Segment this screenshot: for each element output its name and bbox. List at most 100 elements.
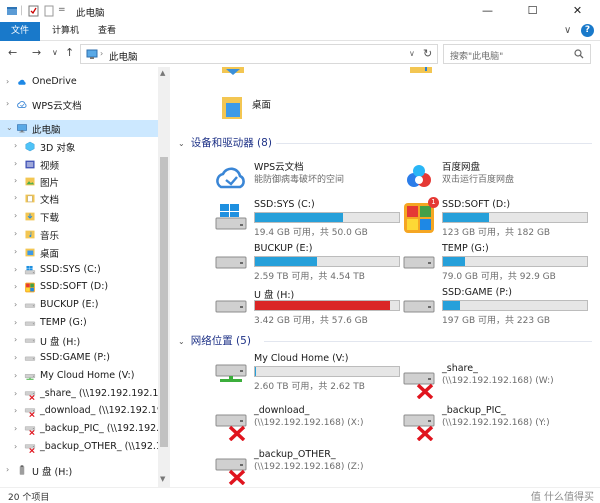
back-button[interactable]: ← xyxy=(8,46,17,59)
search-icon xyxy=(574,49,584,59)
expand-arrow-icon[interactable]: › xyxy=(14,371,17,380)
expand-arrow-icon[interactable]: ⌄ xyxy=(6,123,13,132)
scroll-up-icon[interactable]: ▲ xyxy=(160,69,165,77)
sidebar-item[interactable]: › U 盘 (H:) xyxy=(0,462,158,479)
sidebar-item[interactable]: › SSD:SOFT (D:) xyxy=(0,279,158,296)
expand-arrow-icon[interactable]: › xyxy=(6,77,9,86)
expand-arrow-icon[interactable]: › xyxy=(14,247,17,256)
sidebar-item[interactable]: › _share_ (\\192.192.192.168) xyxy=(0,386,158,403)
address-path[interactable]: 此电脑 xyxy=(109,49,138,63)
expand-arrow-icon[interactable]: › xyxy=(14,335,17,344)
drive-icon xyxy=(215,256,247,269)
drive-tile[interactable]: BUCKUP (E:) 2.59 TB 可用，共 4.54 TB xyxy=(214,243,414,283)
recent-locations-icon[interactable]: ∨ xyxy=(52,48,58,57)
sidebar-item[interactable]: › BUCKUP (E:) xyxy=(0,297,158,314)
expand-arrow-icon[interactable]: › xyxy=(6,465,9,474)
3d-objects-icon xyxy=(24,141,35,152)
drive-tile[interactable]: _share_ (\\192.192.192.168) (W:) xyxy=(402,363,600,403)
scrollbar-thumb[interactable] xyxy=(160,157,168,447)
drive-tile[interactable]: TEMP (G:) 79.0 GB 可用，共 92.9 GB xyxy=(402,243,600,283)
expand-arrow-icon[interactable]: › xyxy=(14,353,17,362)
expand-arrow-icon[interactable]: › xyxy=(14,265,17,274)
help-icon[interactable]: ? xyxy=(581,24,594,37)
drive-tile[interactable]: _backup_PIC_ (\\192.192.192.168) (Y:) xyxy=(402,405,600,445)
drive-name: SSD:SOFT (D:) xyxy=(442,199,511,210)
drive-tile[interactable]: _backup_OTHER_ (\\192.192.192.168) (Z:) xyxy=(214,449,414,487)
expand-arrow-icon[interactable]: › xyxy=(14,424,17,433)
expand-arrow-icon[interactable]: › xyxy=(14,442,17,451)
desktop-folder[interactable]: 桌面 xyxy=(220,93,340,123)
drive-tile[interactable]: My Cloud Home (V:) 2.60 TB 可用，共 2.62 TB xyxy=(214,353,414,393)
up-button[interactable]: ↑ xyxy=(65,46,74,59)
maximize-button[interactable]: ☐ xyxy=(510,0,555,22)
collapse-chevron-icon[interactable]: ⌄ xyxy=(178,139,185,148)
tab-computer[interactable]: 计算机 xyxy=(52,22,79,41)
expand-arrow-icon[interactable]: › xyxy=(14,300,17,309)
drive-tile[interactable]: 1 SSD:SOFT (D:) 123 GB 可用，共 182 GB xyxy=(402,197,600,239)
expand-arrow-icon[interactable]: › xyxy=(14,193,17,202)
drive-tile[interactable]: WPS云文档 能防御病毒破坏的空间 xyxy=(214,159,414,199)
music-folder-icon[interactable] xyxy=(408,67,434,77)
sidebar-item[interactable]: › OneDrive xyxy=(0,74,158,91)
expand-arrow-icon[interactable]: › xyxy=(14,141,17,150)
sidebar-item[interactable]: › 文档 xyxy=(0,190,158,207)
drive-icon xyxy=(24,338,36,343)
devices-section-header[interactable]: ⌄ 设备和驱动器 (8) xyxy=(178,135,272,149)
sidebar-item[interactable]: › 3D 对象 xyxy=(0,138,158,155)
drive-tile[interactable]: SSD:GAME (P:) 197 GB 可用，共 223 GB xyxy=(402,287,600,327)
customize-qa-icon[interactable]: = xyxy=(58,5,66,17)
sidebar-item[interactable]: › 音乐 xyxy=(0,226,158,243)
close-button[interactable]: ✕ xyxy=(555,0,600,22)
expand-arrow-icon[interactable]: › xyxy=(14,211,17,220)
address-bar[interactable]: › 此电脑 ∨ ↻ xyxy=(80,44,438,64)
sidebar-item-label: My Cloud Home (V:) xyxy=(40,370,135,381)
sidebar-item[interactable]: › _backup_OTHER_ (\\192.192.168 xyxy=(0,439,158,456)
sidebar-item[interactable]: ⌄ 此电脑 xyxy=(0,120,158,137)
refresh-icon[interactable]: ↻ xyxy=(423,47,432,60)
network-drive-icon xyxy=(24,374,36,380)
sidebar-scrollbar[interactable]: ▲ ▼ xyxy=(158,67,170,487)
collapse-chevron-icon[interactable]: ⌄ xyxy=(178,337,185,346)
sidebar-item[interactable]: › 图片 xyxy=(0,173,158,190)
sidebar-item[interactable]: › My Cloud Home (V:) xyxy=(0,368,158,385)
properties-icon[interactable] xyxy=(28,5,39,17)
sidebar-item[interactable]: › U 盘 (H:) xyxy=(0,332,158,349)
search-input[interactable]: 搜索"此电脑" xyxy=(450,49,503,62)
sidebar-item[interactable]: › _download_ (\\192.192.192.1 xyxy=(0,403,158,420)
scroll-down-icon[interactable]: ▼ xyxy=(160,475,165,483)
tab-view[interactable]: 查看 xyxy=(98,22,116,41)
expand-arrow-icon[interactable]: › xyxy=(6,99,9,108)
sidebar-item[interactable]: › 下载 xyxy=(0,208,158,225)
capacity-bar xyxy=(254,256,400,267)
drive-tile[interactable]: _download_ (\\192.192.192.168) (X:) xyxy=(214,405,414,445)
expand-arrow-icon[interactable]: › xyxy=(14,389,17,398)
expand-arrow-icon[interactable]: › xyxy=(14,406,17,415)
network-section-header[interactable]: ⌄ 网络位置 (5) xyxy=(178,333,251,347)
drive-tile[interactable]: U 盘 (H:) 3.42 GB 可用，共 57.6 GB xyxy=(214,287,414,327)
minimize-button[interactable]: — xyxy=(465,0,510,22)
sidebar-item[interactable]: › _backup_PIC_ (\\192.192.192.1 xyxy=(0,421,158,438)
sidebar-item[interactable]: › WPS云文档 xyxy=(0,96,158,113)
sidebar-item[interactable]: › SSD:GAME (P:) xyxy=(0,350,158,367)
drive-tile[interactable]: 百度网盘 双击运行百度网盘 xyxy=(402,159,600,199)
capacity-fill xyxy=(255,301,391,310)
ribbon-expand-icon[interactable]: ∨ xyxy=(564,25,571,36)
search-box[interactable]: 搜索"此电脑" xyxy=(443,44,591,64)
sidebar-item[interactable]: › 视频 xyxy=(0,156,158,173)
sidebar-item[interactable]: › TEMP (G:) xyxy=(0,315,158,332)
address-dropdown-icon[interactable]: ∨ xyxy=(409,49,415,58)
section-divider xyxy=(276,143,592,144)
tab-file[interactable]: 文件 xyxy=(0,22,40,41)
expand-arrow-icon[interactable]: › xyxy=(14,229,17,238)
folder-icon[interactable] xyxy=(220,67,246,77)
sidebar-item[interactable]: › SSD:SYS (C:) xyxy=(0,262,158,279)
expand-arrow-icon[interactable]: › xyxy=(14,159,17,168)
expand-arrow-icon[interactable]: › xyxy=(14,282,17,291)
forward-button[interactable]: → xyxy=(32,46,41,59)
drive-tile[interactable]: SSD:SYS (C:) 19.4 GB 可用，共 50.0 GB xyxy=(214,199,414,239)
expand-arrow-icon[interactable]: › xyxy=(14,176,17,185)
sidebar-item-label: 图片 xyxy=(40,178,60,189)
expand-arrow-icon[interactable]: › xyxy=(14,318,17,327)
sidebar-item[interactable]: › 桌面 xyxy=(0,244,158,261)
new-folder-icon[interactable] xyxy=(44,5,54,17)
